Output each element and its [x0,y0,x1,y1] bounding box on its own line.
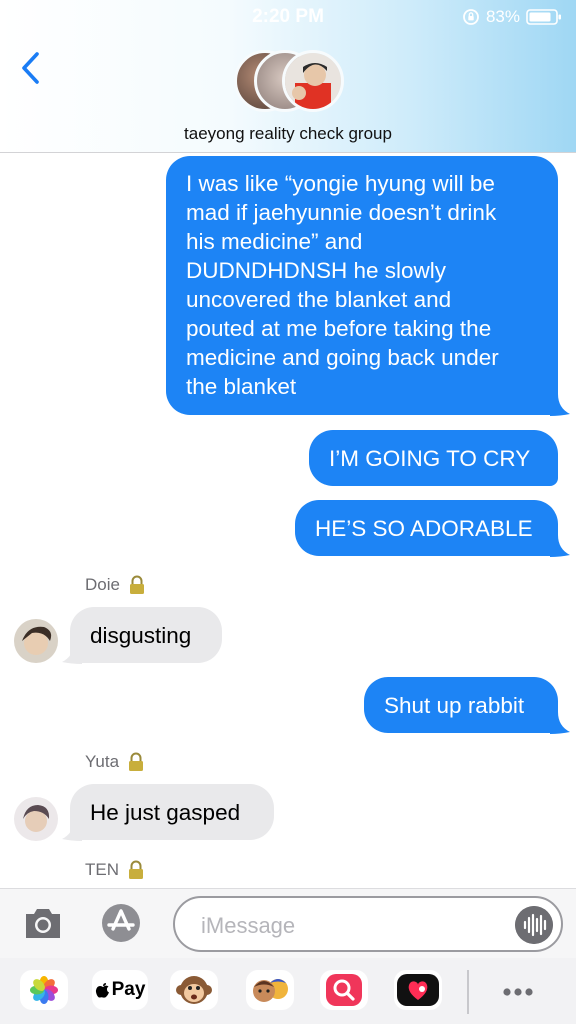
message-input[interactable]: iMessage [173,896,563,952]
group-avatar-stack[interactable] [234,50,346,112]
message-bubble-sent[interactable]: HE’S SO ADORABLE [295,500,558,556]
photos-app-button[interactable] [20,970,68,1010]
sender-avatar[interactable] [14,619,58,663]
apple-pay-text: Pay [111,979,146,1000]
drawer-divider [467,970,469,1014]
camera-icon[interactable] [22,902,64,944]
digital-touch-button[interactable] [394,970,442,1010]
message-text: He just gasped [90,799,241,825]
conversation-header: 2:20 PM 83% taeyong reality check group [0,0,576,153]
image-search-icon [326,974,362,1006]
ellipsis-icon[interactable] [490,972,546,1012]
message-bubble-sent[interactable]: I’M GOING TO CRY [309,430,558,486]
sender-label: Doie [85,575,146,595]
sender-name: Doie [85,575,120,594]
message-text: Shut up rabbit [384,692,525,718]
app-drawer: Pay [0,958,576,1024]
message-bubble-received[interactable]: disgusting [70,607,222,663]
sender-name: Yuta [85,752,120,771]
memoji-stickers-button[interactable] [246,970,294,1010]
orientation-lock-icon [463,9,479,25]
app-store-icon[interactable] [96,901,146,945]
lock-icon [129,860,143,879]
bubble-tail [550,535,570,557]
apple-logo-icon [95,983,109,998]
sender-avatar[interactable] [14,797,58,841]
message-text: HE’S SO ADORABLE [315,515,533,541]
photos-icon [30,976,58,1004]
sender-name: TEN [85,860,119,879]
memoji-icon [253,979,288,1002]
bubble-tail [62,819,82,841]
bubble-tail [550,394,570,416]
sender-label: Yuta [85,752,145,772]
message-input-bar: iMessage [0,888,576,958]
back-chevron-icon[interactable] [16,50,46,86]
monkey-icon [176,976,212,1004]
message-bubble-sent[interactable]: Shut up rabbit [364,677,558,733]
battery-icon [526,9,561,25]
waveform-icon[interactable] [515,906,553,944]
bubble-tail [62,642,82,664]
group-avatar-3 [282,50,344,112]
status-indicators: 83% [462,7,562,27]
message-placeholder: iMessage [201,913,296,938]
message-bubble-received[interactable]: He just gasped [70,784,274,840]
animoji-button[interactable] [170,970,218,1010]
apple-pay-button[interactable]: Pay [92,970,148,1010]
message-text: I was like “yongie hyung will be mad if … [186,171,499,399]
message-bubble-sent[interactable]: I was like “yongie hyung will be mad if … [166,156,558,415]
status-bar: 2:20 PM 83% [0,0,576,34]
lock-icon [129,575,144,594]
search-images-button[interactable] [320,970,368,1010]
message-text: disgusting [90,622,192,648]
lock-icon [129,752,144,771]
heart-touch-icon [397,974,439,1006]
apple-pay-label: Pay [95,979,146,1001]
group-name[interactable]: taeyong reality check group [0,124,576,144]
message-text: I’M GOING TO CRY [329,445,531,471]
battery-percent: 83% [485,7,520,26]
sender-label: TEN [85,860,145,880]
bubble-tail [550,712,570,734]
